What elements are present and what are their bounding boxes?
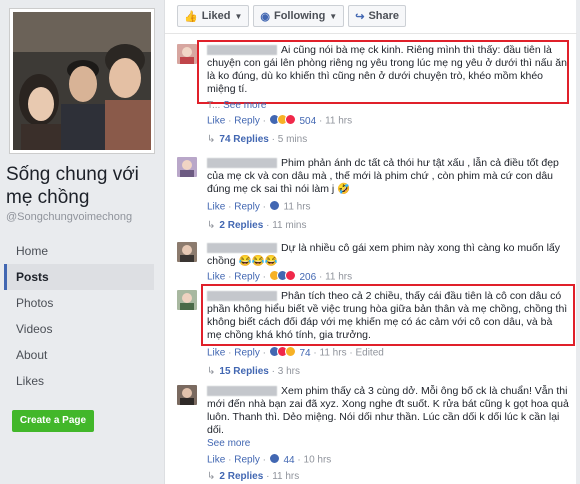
page-profile-picture[interactable] [9, 8, 155, 154]
share-icon: ↪ [355, 10, 365, 23]
page-title[interactable]: Sống chung với mẹ chồng [6, 163, 161, 209]
comments-panel: 👍 Liked ▼ ◉ Following ▼ ↪ Share Ai cũng … [164, 0, 577, 484]
page-sidebar: Sống chung với mẹ chồng @Songchungvoimec… [0, 0, 163, 484]
comment: Dự là nhiều cô gái xem phim này xong thì… [177, 242, 572, 286]
replies-count: 2 Replies [219, 220, 264, 231]
comment-actions: Like · Reply · 44 · 10 hrs [207, 453, 332, 467]
replies-time: 3 hrs [277, 366, 300, 377]
rss-icon: ◉ [260, 10, 270, 23]
reply-link[interactable]: Reply [234, 272, 260, 283]
reactions[interactable] [268, 270, 296, 284]
replies-link[interactable]: ↳ 15 Replies · 3 hrs [207, 366, 300, 377]
create-page-button[interactable]: Create a Page [12, 410, 94, 432]
comment-body: Phim phản ánh dc tất cả thói hư tật xấu … [207, 157, 569, 196]
avatar[interactable] [177, 242, 197, 262]
like-link[interactable]: Like [207, 272, 225, 283]
commenter-name-redacted[interactable] [207, 291, 277, 302]
page-handle[interactable]: @Songchungvoimechong [6, 211, 132, 223]
commenter-name-redacted[interactable] [207, 158, 277, 169]
replies-link[interactable]: ↳ 74 Replies · 5 mins [207, 134, 307, 145]
replies-count: 74 Replies [219, 134, 269, 145]
comment-body: Phân tích theo cả 2 chiều, thấy cái đầu … [207, 290, 569, 342]
truncation-text: T... [207, 100, 221, 111]
replies-count: 15 Replies [219, 366, 269, 377]
thumbs-up-icon: 👍 [184, 10, 198, 23]
avatar[interactable] [177, 44, 197, 64]
avatar[interactable] [177, 290, 197, 310]
like-link[interactable]: Like [207, 202, 225, 213]
nav-item-posts[interactable]: Posts [4, 264, 154, 290]
comment-time[interactable]: 11 hrs [325, 272, 352, 283]
nav-item-photos[interactable]: Photos [4, 290, 154, 316]
page-nav: Home Posts Photos Videos About Likes [4, 238, 154, 394]
reply-link[interactable]: Reply [234, 455, 260, 466]
replies-time: 11 hrs [272, 471, 300, 482]
reply-arrow-icon: ↳ [207, 220, 216, 231]
avatar[interactable] [177, 385, 197, 405]
following-label: Following [273, 10, 326, 22]
replies-time: 5 mins [277, 134, 308, 145]
reply-link[interactable]: Reply [234, 202, 260, 213]
chevron-down-icon: ▼ [329, 11, 338, 21]
reply-arrow-icon: ↳ [207, 366, 216, 377]
comment-actions: Like · Reply · 504 · 11 hrs [207, 114, 353, 128]
reply-arrow-icon: ↳ [207, 134, 216, 145]
reactions[interactable] [268, 453, 280, 467]
commenter-name-redacted[interactable] [207, 243, 277, 254]
commenter-name-redacted[interactable] [207, 386, 277, 397]
reaction-count[interactable]: 504 [300, 116, 317, 127]
reactions[interactable] [268, 114, 296, 128]
reactions[interactable] [268, 346, 296, 360]
edited-label[interactable]: Edited [355, 348, 383, 359]
comment-actions: Like · Reply · 74 · 11 hrs · Edited [207, 346, 384, 360]
comment-actions: Like · Reply · 11 hrs [207, 200, 311, 214]
divider [165, 33, 577, 34]
commenter-name-redacted[interactable] [207, 45, 277, 56]
liked-label: Liked [201, 10, 231, 22]
nav-item-home[interactable]: Home [4, 238, 154, 264]
see-more-row: See more [207, 438, 250, 449]
comment-body: Dự là nhiều cô gái xem phim này xong thì… [207, 242, 569, 268]
profile-photo-icon [13, 12, 151, 150]
reply-arrow-icon: ↳ [207, 471, 216, 482]
replies-link[interactable]: ↳ 2 Replies · 11 hrs [207, 471, 299, 482]
reply-link[interactable]: Reply [234, 116, 260, 127]
see-more-link[interactable]: See more [223, 100, 266, 111]
avatar[interactable] [177, 157, 197, 177]
following-button[interactable]: ◉ Following ▼ [253, 5, 345, 27]
like-link[interactable]: Like [207, 455, 225, 466]
comment-time[interactable]: 10 hrs [304, 455, 332, 466]
comment: Ai cũng nói bà mẹ ck kinh. Riêng mình th… [177, 44, 572, 148]
comment-actions: Like · Reply · 206 · 11 hrs [207, 270, 353, 284]
comment: Phân tích theo cả 2 chiều, thấy cái đầu … [177, 290, 572, 378]
comment-body: Xem phim thấy cả 3 cùng dở. Mỗi ông bố c… [207, 385, 569, 437]
post-action-bar: 👍 Liked ▼ ◉ Following ▼ ↪ Share [177, 5, 407, 27]
nav-item-videos[interactable]: Videos [4, 316, 154, 342]
liked-button[interactable]: 👍 Liked ▼ [177, 5, 250, 27]
see-more-link[interactable]: See more [207, 438, 250, 449]
replies-link[interactable]: ↳ 2 Replies · 11 mins [207, 220, 306, 231]
reaction-count[interactable]: 44 [284, 455, 295, 466]
reaction-count[interactable]: 74 [300, 348, 311, 359]
nav-item-likes[interactable]: Likes [4, 368, 154, 394]
comment: Phim phản ánh dc tất cả thói hư tật xấu … [177, 157, 572, 233]
chevron-down-icon: ▼ [234, 11, 243, 21]
comment-time[interactable]: 11 hrs [325, 116, 352, 127]
comment-body: Ai cũng nói bà mẹ ck kinh. Riêng mình th… [207, 44, 569, 96]
comment-time[interactable]: 11 hrs [320, 348, 347, 359]
reply-link[interactable]: Reply [234, 348, 260, 359]
replies-count: 2 Replies [219, 471, 264, 482]
share-label: Share [368, 10, 400, 22]
comment: Xem phim thấy cả 3 cùng dở. Mỗi ông bố c… [177, 385, 572, 484]
reaction-count[interactable]: 206 [300, 272, 317, 283]
like-link[interactable]: Like [207, 116, 225, 127]
nav-item-about[interactable]: About [4, 342, 154, 368]
reactions[interactable] [268, 200, 280, 214]
comment-time[interactable]: 11 hrs [284, 202, 311, 213]
see-more-row: T... See more [207, 100, 266, 111]
share-button[interactable]: ↪ Share [348, 5, 407, 27]
like-link[interactable]: Like [207, 348, 225, 359]
replies-time: 11 mins [272, 220, 307, 231]
